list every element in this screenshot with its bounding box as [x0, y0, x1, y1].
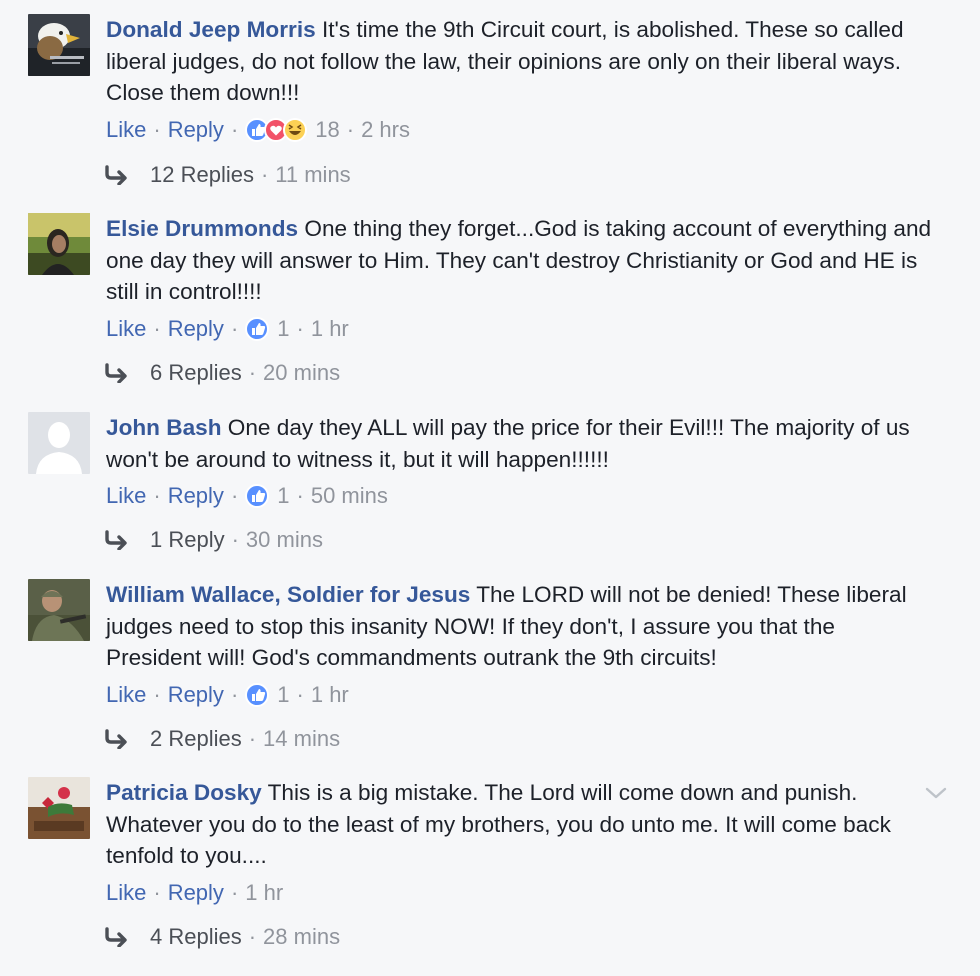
- comment-time[interactable]: 50 mins: [311, 481, 388, 511]
- replies-time: 14 mins: [263, 726, 341, 751]
- replies-time: 20 mins: [263, 360, 341, 385]
- comment-author[interactable]: John Bash: [106, 415, 222, 440]
- reply-button[interactable]: Reply: [168, 481, 224, 511]
- separator: ·: [230, 483, 239, 509]
- replies-time: 30 mins: [245, 527, 323, 552]
- replies-link-row[interactable]: 4 Replies · 28 mins: [104, 922, 340, 952]
- replies-link-row[interactable]: 1 Reply · 30 mins: [104, 525, 323, 555]
- separator: ·: [153, 116, 161, 142]
- replies-count-link[interactable]: 6 Replies: [150, 360, 242, 386]
- separator: ·: [296, 681, 304, 707]
- avatar[interactable]: [28, 579, 90, 641]
- comment-time[interactable]: 2 hrs: [361, 115, 410, 145]
- avatar[interactable]: [28, 777, 90, 839]
- avatar[interactable]: [28, 14, 90, 76]
- comment-actions: Like · Reply · 18 · 2 hrs: [106, 115, 932, 145]
- separator: ·: [153, 315, 161, 341]
- like-button[interactable]: Like: [106, 680, 146, 710]
- separator: ·: [248, 924, 257, 949]
- like-button[interactable]: Like: [106, 481, 146, 511]
- separator: ·: [153, 879, 161, 905]
- separator: ·: [230, 879, 239, 905]
- replies-time: 28 mins: [263, 924, 341, 949]
- separator: ·: [230, 315, 239, 341]
- reply-button[interactable]: Reply: [168, 115, 224, 145]
- comment-actions: Like · Reply · 1 hr: [106, 878, 932, 908]
- comment-time[interactable]: 1 hr: [245, 878, 283, 908]
- separator: ·: [230, 681, 239, 707]
- like-button[interactable]: Like: [106, 878, 146, 908]
- reply-arrow-icon: [105, 363, 127, 383]
- reply-arrow-icon: [105, 729, 127, 749]
- replies-count-link[interactable]: 2 Replies: [150, 726, 242, 752]
- separator: ·: [248, 726, 257, 751]
- reaction-count[interactable]: 18: [315, 115, 339, 145]
- separator: ·: [248, 360, 257, 385]
- like-button[interactable]: Like: [106, 115, 146, 145]
- replies-link-row[interactable]: 6 Replies · 20 mins: [104, 358, 340, 388]
- chevron-down-icon[interactable]: [924, 785, 948, 801]
- comment-body: One day they ALL will pay the price for …: [106, 415, 910, 472]
- separator: ·: [230, 116, 239, 142]
- comment-actions: Like · Reply · 1 · 1 hr: [106, 314, 932, 344]
- comment-time[interactable]: 1 hr: [311, 314, 349, 344]
- comment-text: John Bash One day they ALL will pay the …: [106, 412, 932, 475]
- replies-count-link[interactable]: 4 Replies: [150, 924, 242, 950]
- avatar[interactable]: [28, 213, 90, 275]
- reactions[interactable]: [245, 316, 270, 341]
- comment-time[interactable]: 1 hr: [311, 680, 349, 710]
- reactions[interactable]: [245, 484, 270, 509]
- separator: ·: [296, 483, 304, 509]
- comment-actions: Like · Reply · 1 · 1 hr: [106, 680, 932, 710]
- separator: ·: [231, 527, 239, 552]
- comment-text: Elsie Drummonds One thing they forget...…: [106, 213, 932, 308]
- comment-text: Donald Jeep Morris It's time the 9th Cir…: [106, 14, 932, 109]
- replies-time: 11 mins: [275, 162, 351, 187]
- reply-button[interactable]: Reply: [168, 314, 224, 344]
- comment-author[interactable]: Patricia Dosky: [106, 780, 262, 805]
- reply-arrow-icon: [105, 165, 127, 185]
- separator: ·: [346, 116, 355, 142]
- separator: ·: [153, 681, 161, 707]
- reactions[interactable]: [245, 682, 270, 707]
- reply-arrow-icon: [105, 927, 127, 947]
- haha-reaction-icon: [283, 117, 308, 142]
- like-reaction-icon: [245, 316, 270, 341]
- reply-arrow-icon: [105, 530, 127, 550]
- comment-text: Patricia Dosky This is a big mistake. Th…: [106, 777, 932, 872]
- reply-button[interactable]: Reply: [168, 680, 224, 710]
- comment-author[interactable]: Donald Jeep Morris: [106, 17, 316, 42]
- like-reaction-icon: [245, 484, 270, 509]
- comment-author[interactable]: William Wallace, Soldier for Jesus: [106, 582, 470, 607]
- separator: ·: [153, 483, 161, 509]
- reactions[interactable]: [245, 117, 308, 142]
- replies-count-link[interactable]: 12 Replies: [150, 162, 254, 188]
- like-reaction-icon: [245, 682, 270, 707]
- comment-actions: Like · Reply · 1 · 50 mins: [106, 481, 932, 511]
- comment-text: William Wallace, Soldier for Jesus The L…: [106, 579, 932, 674]
- reaction-count[interactable]: 1: [277, 680, 289, 710]
- separator: ·: [260, 162, 269, 187]
- replies-link-row[interactable]: 2 Replies · 14 mins: [104, 724, 340, 754]
- avatar[interactable]: [28, 412, 90, 474]
- reaction-count[interactable]: 1: [277, 314, 289, 344]
- reaction-count[interactable]: 1: [277, 481, 289, 511]
- like-button[interactable]: Like: [106, 314, 146, 344]
- separator: ·: [296, 315, 304, 341]
- reply-button[interactable]: Reply: [168, 878, 224, 908]
- replies-link-row[interactable]: 12 Replies · 11 mins: [104, 160, 351, 190]
- replies-count-link[interactable]: 1 Reply: [150, 527, 225, 553]
- comment-author[interactable]: Elsie Drummonds: [106, 216, 298, 241]
